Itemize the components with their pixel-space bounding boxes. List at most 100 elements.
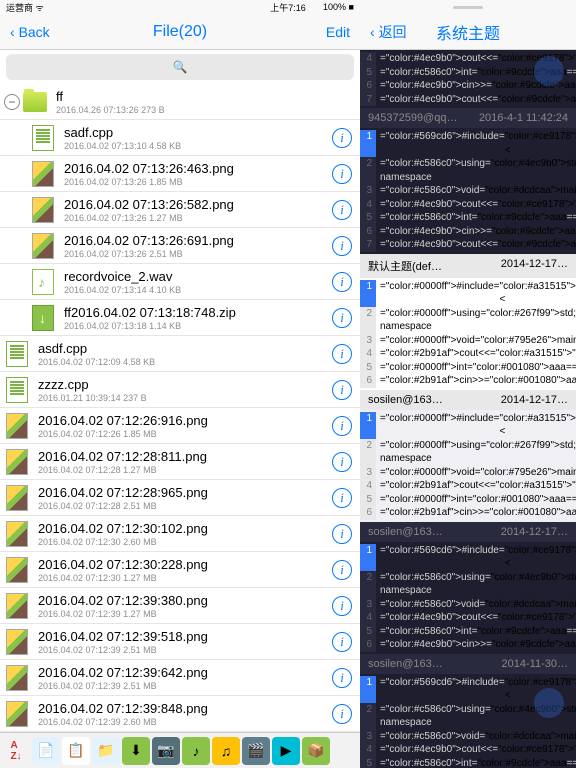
file-row[interactable]: 2016.04.02 07:12:30:102.png2016.04.02 07… xyxy=(0,516,360,552)
search-input[interactable]: 🔍 xyxy=(6,54,354,80)
file-name: 2016.04.02 07:12:39:518.png xyxy=(38,629,332,644)
theme-card[interactable]: sosilen@163…2014-12-17…1="color:#569cd6"… xyxy=(360,522,576,654)
info-button[interactable]: i xyxy=(332,596,352,616)
info-button[interactable]: i xyxy=(332,632,352,652)
info-button[interactable]: i xyxy=(332,524,352,544)
theme-author: 默认主题(def… xyxy=(368,258,442,274)
file-row[interactable]: 2016.04.02 07:12:39:642.png2016.04.02 07… xyxy=(0,660,360,696)
file-list[interactable]: − ff2016.04.26 07:13:26 273 B sadf.cpp2016… xyxy=(0,84,360,732)
file-name: 2016.04.02 07:13:26:463.png xyxy=(64,161,332,176)
file-name: zzzz.cpp xyxy=(38,377,332,392)
tool-6[interactable]: ♪ xyxy=(182,737,210,765)
file-name: 2016.04.02 07:12:30:228.png xyxy=(38,557,332,572)
file-row[interactable]: 2016.04.02 07:12:28:811.png2016.04.02 07… xyxy=(0,444,360,480)
png-icon xyxy=(4,413,30,439)
file-meta: 2016.04.02 07:13:18 1.14 KB xyxy=(64,321,332,331)
code-preview: 1="color:#0000ff">#include ="color:#a315… xyxy=(360,278,576,390)
tool-3[interactable]: 📁 xyxy=(92,737,120,765)
file-meta: 2016.04.26 07:13:26 273 B xyxy=(56,105,352,115)
info-button[interactable]: i xyxy=(332,488,352,508)
file-name: recordvoice_2.wav xyxy=(64,269,332,284)
tool-8[interactable]: 🎬 xyxy=(242,737,270,765)
file-name: 2016.04.02 07:13:26:582.png xyxy=(64,197,332,212)
tool-7[interactable]: ♫ xyxy=(212,737,240,765)
file-meta: 2016.04.02 07:13:26 2.51 MB xyxy=(64,249,332,259)
theme-header: sosilen@163…2014-11-30… xyxy=(360,654,576,674)
theme-author: sosilen@163… xyxy=(368,394,443,406)
back-button[interactable]: ‹ Back xyxy=(10,24,50,40)
status-bar: 运营商 ᯤ 上午7:16 100% ■ xyxy=(0,0,360,14)
png-icon xyxy=(4,593,30,619)
collapse-icon[interactable]: − xyxy=(4,94,20,110)
file-meta: 2016.04.02 07:13:26 1.85 MB xyxy=(64,177,332,187)
file-meta: 2016.04.02 07:12:39 1.27 MB xyxy=(38,609,332,619)
fab-top[interactable] xyxy=(534,56,564,86)
file-row[interactable]: 2016.04.02 07:12:26:916.png2016.04.02 07… xyxy=(0,408,360,444)
png-icon xyxy=(4,449,30,475)
theme-card[interactable]: sosilen@163…2014-12-17…1="color:#0000ff"… xyxy=(360,390,576,522)
file-row[interactable]: 2016.04.02 07:12:39:518.png2016.04.02 07… xyxy=(0,624,360,660)
info-button[interactable]: i xyxy=(332,236,352,256)
file-name: 2016.04.02 07:12:39:642.png xyxy=(38,665,332,680)
file-name: 2016.04.02 07:12:39:380.png xyxy=(38,593,332,608)
toolbar: AZ↓ 📄 📋 📁 ⬇ 📷 ♪ ♫ 🎬 ▶ 📦 xyxy=(0,732,360,768)
png-icon xyxy=(4,485,30,511)
file-meta: 2016.04.02 07:12:28 1.27 MB xyxy=(38,465,332,475)
info-button[interactable]: i xyxy=(332,344,352,364)
info-button[interactable]: i xyxy=(332,416,352,436)
file-row[interactable]: 2016.04.02 07:13:26:691.png2016.04.02 07… xyxy=(0,228,360,264)
code-preview: 1="color:#569cd6">#include ="color:#ce91… xyxy=(360,542,576,654)
file-row[interactable]: 2016.04.02 07:12:39:848.png2016.04.02 07… xyxy=(0,696,360,732)
cpp-icon xyxy=(4,377,30,403)
file-row[interactable]: 2016.04.02 07:13:26:463.png2016.04.02 07… xyxy=(0,156,360,192)
file-name: 2016.04.02 07:12:26:916.png xyxy=(38,413,332,428)
info-button[interactable]: i xyxy=(332,668,352,688)
file-row[interactable]: − ff2016.04.26 07:13:26 273 B xyxy=(0,84,360,120)
file-name: 2016.04.02 07:12:28:811.png xyxy=(38,449,332,464)
file-name: ff xyxy=(56,89,352,104)
fab-bottom[interactable] xyxy=(534,688,564,718)
file-meta: 2016.04.02 07:12:39 2.60 MB xyxy=(38,717,332,727)
file-row[interactable]: ff2016.04.02 07:13:18:748.zip2016.04.02 … xyxy=(0,300,360,336)
info-button[interactable]: i xyxy=(332,380,352,400)
file-meta: 2016.04.02 07:12:26 1.85 MB xyxy=(38,429,332,439)
png-icon xyxy=(4,521,30,547)
file-row[interactable]: 2016.04.02 07:12:39:380.png2016.04.02 07… xyxy=(0,588,360,624)
sort-button[interactable]: AZ↓ xyxy=(2,737,30,765)
file-meta: 2016.04.02 07:13:26 1.27 MB xyxy=(64,213,332,223)
theme-card[interactable]: 945372599@qq…2016-4-1 11:42:241="color:#… xyxy=(360,108,576,254)
theme-author: 945372599@qq… xyxy=(368,112,457,124)
info-button[interactable]: i xyxy=(332,272,352,292)
file-meta: 2016.04.02 07:12:30 2.60 MB xyxy=(38,537,332,547)
file-row[interactable]: zzzz.cpp2016.01.21 10:39:14 237 Bi xyxy=(0,372,360,408)
back-button-right[interactable]: ‹ 返回 xyxy=(370,22,407,42)
theme-header: 945372599@qq…2016-4-1 11:42:24 xyxy=(360,108,576,128)
info-button[interactable]: i xyxy=(332,704,352,724)
theme-list[interactable]: 4 ="color:#4ec9b0">cout<<="color:#ce9178… xyxy=(360,50,576,768)
tool-9[interactable]: ▶ xyxy=(272,737,300,765)
png-icon xyxy=(30,233,56,259)
info-button[interactable]: i xyxy=(332,128,352,148)
file-meta: 2016.01.21 10:39:14 237 B xyxy=(38,393,332,403)
info-button[interactable]: i xyxy=(332,308,352,328)
tool-1[interactable]: 📄 xyxy=(32,737,60,765)
code-preview: 1="color:#569cd6">#include ="color:#ce91… xyxy=(360,128,576,254)
right-title: 系统主题 xyxy=(436,20,500,44)
tool-10[interactable]: 📦 xyxy=(302,737,330,765)
edit-button[interactable]: Edit xyxy=(326,24,350,40)
info-button[interactable]: i xyxy=(332,164,352,184)
file-name: ff2016.04.02 07:13:18:748.zip xyxy=(64,305,332,320)
file-row[interactable]: 2016.04.02 07:12:30:228.png2016.04.02 07… xyxy=(0,552,360,588)
info-button[interactable]: i xyxy=(332,200,352,220)
tool-4[interactable]: ⬇ xyxy=(122,737,150,765)
info-button[interactable]: i xyxy=(332,452,352,472)
file-row[interactable]: 2016.04.02 07:13:26:582.png2016.04.02 07… xyxy=(0,192,360,228)
file-row[interactable]: recordvoice_2.wav2016.04.02 07:13:14 4.1… xyxy=(0,264,360,300)
tool-5[interactable]: 📷 xyxy=(152,737,180,765)
file-row[interactable]: sadf.cpp2016.04.02 07:13:10 4.58 KBi xyxy=(0,120,360,156)
file-row[interactable]: 2016.04.02 07:12:28:965.png2016.04.02 07… xyxy=(0,480,360,516)
info-button[interactable]: i xyxy=(332,560,352,580)
file-row[interactable]: asdf.cpp2016.04.02 07:12:09 4.58 KBi xyxy=(0,336,360,372)
tool-2[interactable]: 📋 xyxy=(62,737,90,765)
theme-card[interactable]: 默认主题(def…2014-12-17…1="color:#0000ff">#i… xyxy=(360,254,576,390)
